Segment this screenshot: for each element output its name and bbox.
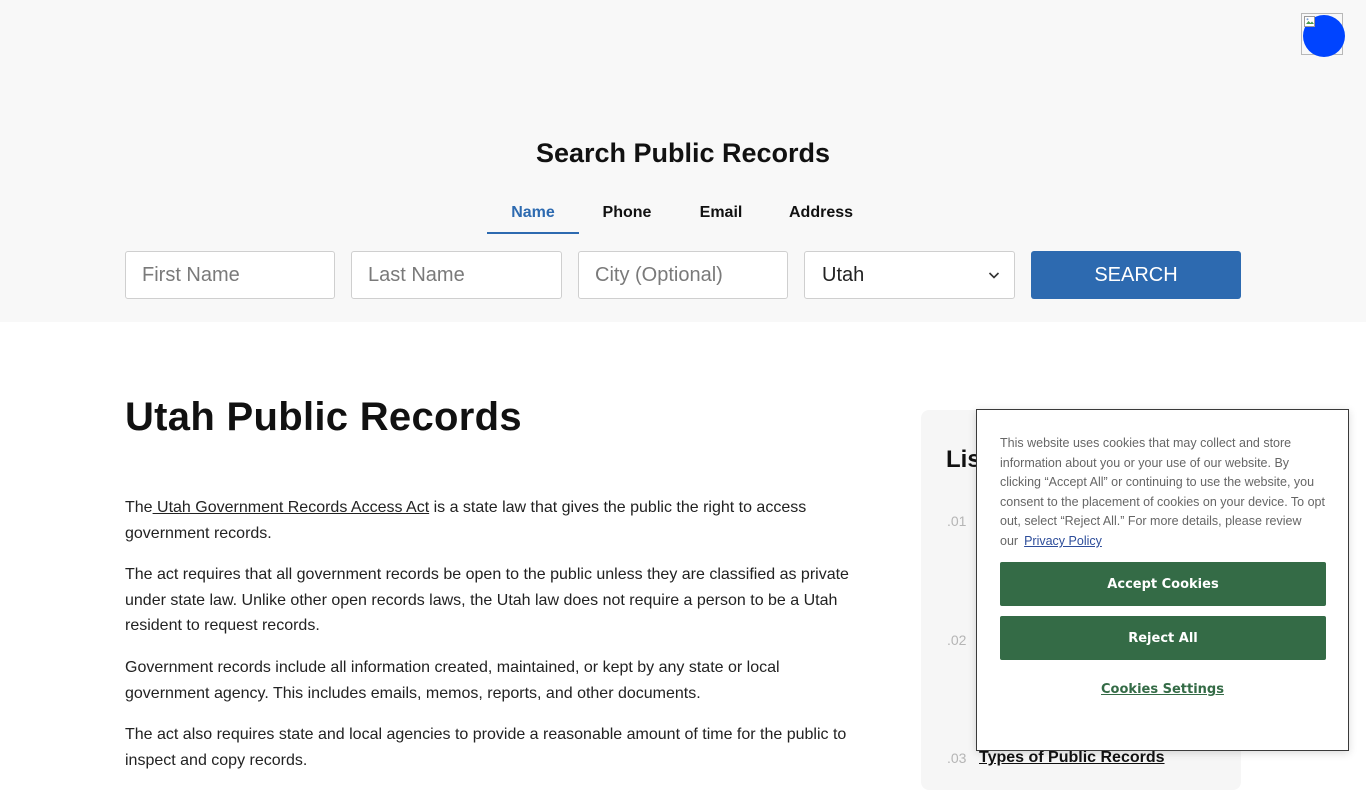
- state-select-value: Utah: [822, 264, 865, 286]
- reject-all-button[interactable]: Reject All: [1000, 616, 1326, 660]
- city-input[interactable]: [578, 251, 788, 299]
- first-name-input[interactable]: [125, 251, 335, 299]
- search-title: Search Public Records: [535, 138, 831, 168]
- toc-link-types-of-public-records[interactable]: Types of Public Records: [979, 749, 1165, 767]
- page-title: Utah Public Records: [125, 395, 522, 439]
- cookies-settings-link[interactable]: Cookies Settings: [977, 682, 1348, 697]
- tab-name[interactable]: Name: [487, 194, 579, 234]
- toc-number-1: .01: [947, 513, 967, 529]
- broken-image-icon: [1304, 16, 1315, 27]
- tab-email[interactable]: Email: [675, 194, 767, 234]
- act-paragraph: The act requires that all government rec…: [125, 566, 849, 634]
- toc-number-3: .03: [947, 750, 967, 766]
- last-name-input[interactable]: [351, 251, 562, 299]
- privacy-policy-link[interactable]: Privacy Policy: [1024, 534, 1102, 548]
- tab-address[interactable]: Address: [767, 194, 875, 234]
- intro-paragraph: The Utah Government Records Access Act i…: [125, 495, 865, 546]
- records-act-link[interactable]: Utah Government Records Access Act: [153, 499, 429, 516]
- intro-text-start: The: [125, 499, 153, 516]
- chevron-down-icon: [988, 272, 1000, 279]
- toc-number-2: .02: [947, 632, 967, 648]
- tab-phone[interactable]: Phone: [579, 194, 675, 234]
- cookie-banner: This website uses cookies that may colle…: [976, 409, 1349, 751]
- cookie-message: This website uses cookies that may colle…: [1000, 436, 1325, 548]
- accept-cookies-button[interactable]: Accept Cookies: [1000, 562, 1326, 606]
- state-select[interactable]: Utah: [804, 251, 1015, 299]
- inspect-paragraph: The act also requires state and local ag…: [125, 726, 847, 769]
- avatar[interactable]: [1301, 13, 1345, 57]
- records-paragraph: Government records include all informati…: [125, 659, 780, 702]
- search-tabs: Name Phone Email Address: [487, 194, 875, 234]
- cookie-text: This website uses cookies that may colle…: [1000, 434, 1330, 552]
- search-button[interactable]: SEARCH: [1031, 251, 1241, 299]
